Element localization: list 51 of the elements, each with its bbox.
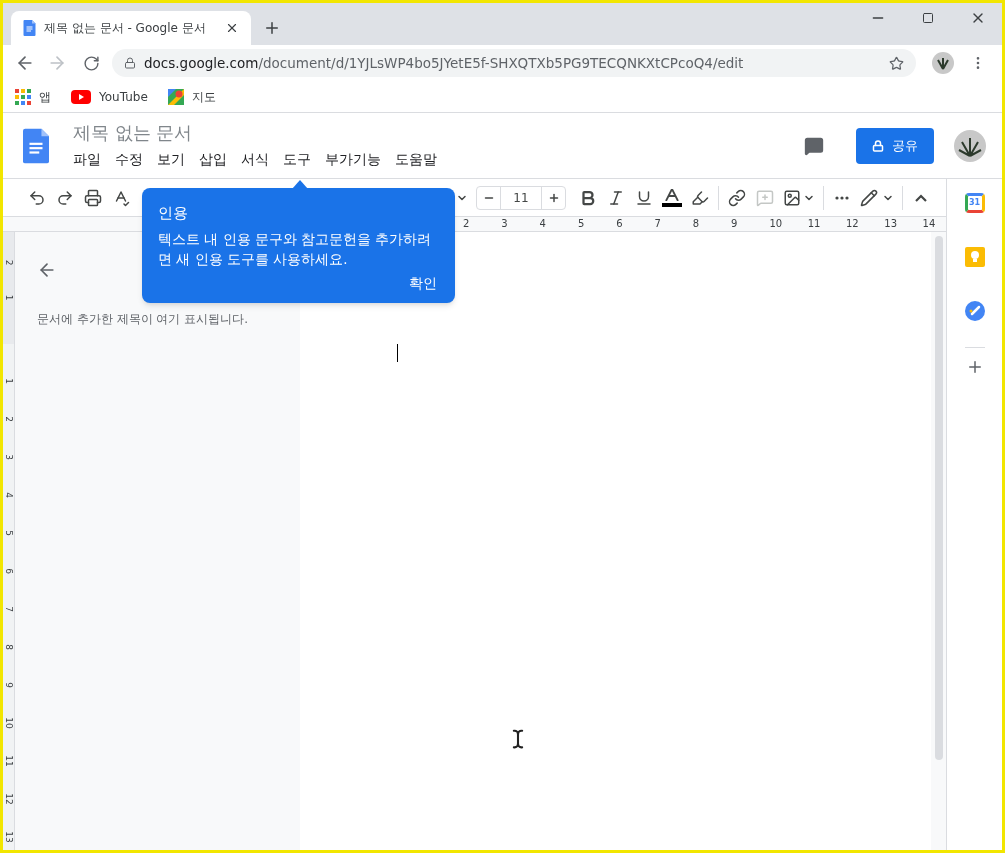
- ruler-label: 4: [539, 219, 547, 229]
- ruler-label: 3: [3, 454, 14, 460]
- address-field[interactable]: docs.google.com/document/d/1YJLsWP4bo5JYetE5f-SHXQTXb5PG9TECQNKXtCPcoQ4/edit: [112, 49, 916, 77]
- ruler-label: 12: [845, 219, 860, 229]
- document-title[interactable]: 제목 없는 문서: [73, 121, 804, 146]
- ruler-label: 2: [463, 219, 471, 229]
- url-text: docs.google.com/document/d/1YJLsWP4bo5JYetE5f-SHXQTXb5PG9TECQNKXtCPcoQ4/edit: [144, 53, 745, 73]
- ruler-label: 12: [3, 793, 14, 805]
- bookmark-item[interactable]: YouTube: [71, 87, 148, 106]
- bookmark-item[interactable]: 지도: [167, 87, 216, 106]
- menu-item[interactable]: 보기: [157, 149, 185, 170]
- ruler-label: 5: [3, 530, 14, 536]
- ruler-label: 7: [654, 219, 662, 229]
- ruler-label: 13: [3, 831, 14, 843]
- ruler-label: 13: [884, 219, 898, 229]
- browser-tab[interactable]: 제목 없는 문서 - Google 문서: [11, 11, 251, 45]
- ruler-label: 8: [692, 219, 701, 229]
- ruler-label: 9: [3, 682, 14, 688]
- ruler-label: 1: [4, 294, 13, 301]
- ruler-label: 8: [3, 644, 14, 650]
- menu-item[interactable]: 도구: [283, 149, 311, 170]
- ruler-label: 14: [922, 219, 937, 229]
- menu-item[interactable]: 수정: [115, 149, 143, 170]
- ruler-label: 7: [3, 606, 14, 612]
- tab-title: 제목 없는 문서 - Google 문서: [44, 20, 207, 37]
- bookmark-item[interactable]: 앱: [15, 87, 51, 106]
- ruler-label: 5: [577, 219, 586, 229]
- calendar-icon[interactable]: 31: [964, 193, 985, 213]
- tooltip-body: 텍스트 내 인용 문구와 참고문헌을 추가하려면 새 인용 도구를 사용하세요.: [158, 229, 433, 269]
- ruler-label: 6: [3, 568, 14, 574]
- ruler-label: 2: [4, 259, 13, 266]
- ruler-label: 9: [731, 219, 739, 229]
- ruler-label: 1: [3, 378, 14, 384]
- ruler-label: 3: [501, 219, 509, 229]
- menu-item[interactable]: 삽입: [199, 149, 227, 170]
- font-size-field[interactable]: 11: [501, 186, 541, 209]
- menu-item[interactable]: 도움말: [395, 149, 437, 170]
- menu-item[interactable]: 부가기능: [325, 149, 381, 170]
- menu-item[interactable]: 서식: [241, 149, 269, 170]
- ruler-label: 4: [3, 492, 14, 498]
- ruler-label: 6: [616, 219, 624, 229]
- ruler-label: 10: [3, 717, 14, 729]
- tooltip-title: 인용: [158, 203, 189, 224]
- outline-hint: 문서에 추가한 제목이 여기 표시됩니다.: [37, 311, 250, 328]
- ruler-label: 10: [769, 219, 784, 229]
- confirm-link[interactable]: 확인: [409, 272, 437, 293]
- share-button[interactable]: 공유: [856, 127, 934, 164]
- ruler-label: 2: [3, 416, 14, 422]
- ruler-label: 11: [807, 219, 822, 229]
- menu-item[interactable]: 파일: [73, 149, 101, 170]
- ruler-label: 11: [3, 755, 14, 767]
